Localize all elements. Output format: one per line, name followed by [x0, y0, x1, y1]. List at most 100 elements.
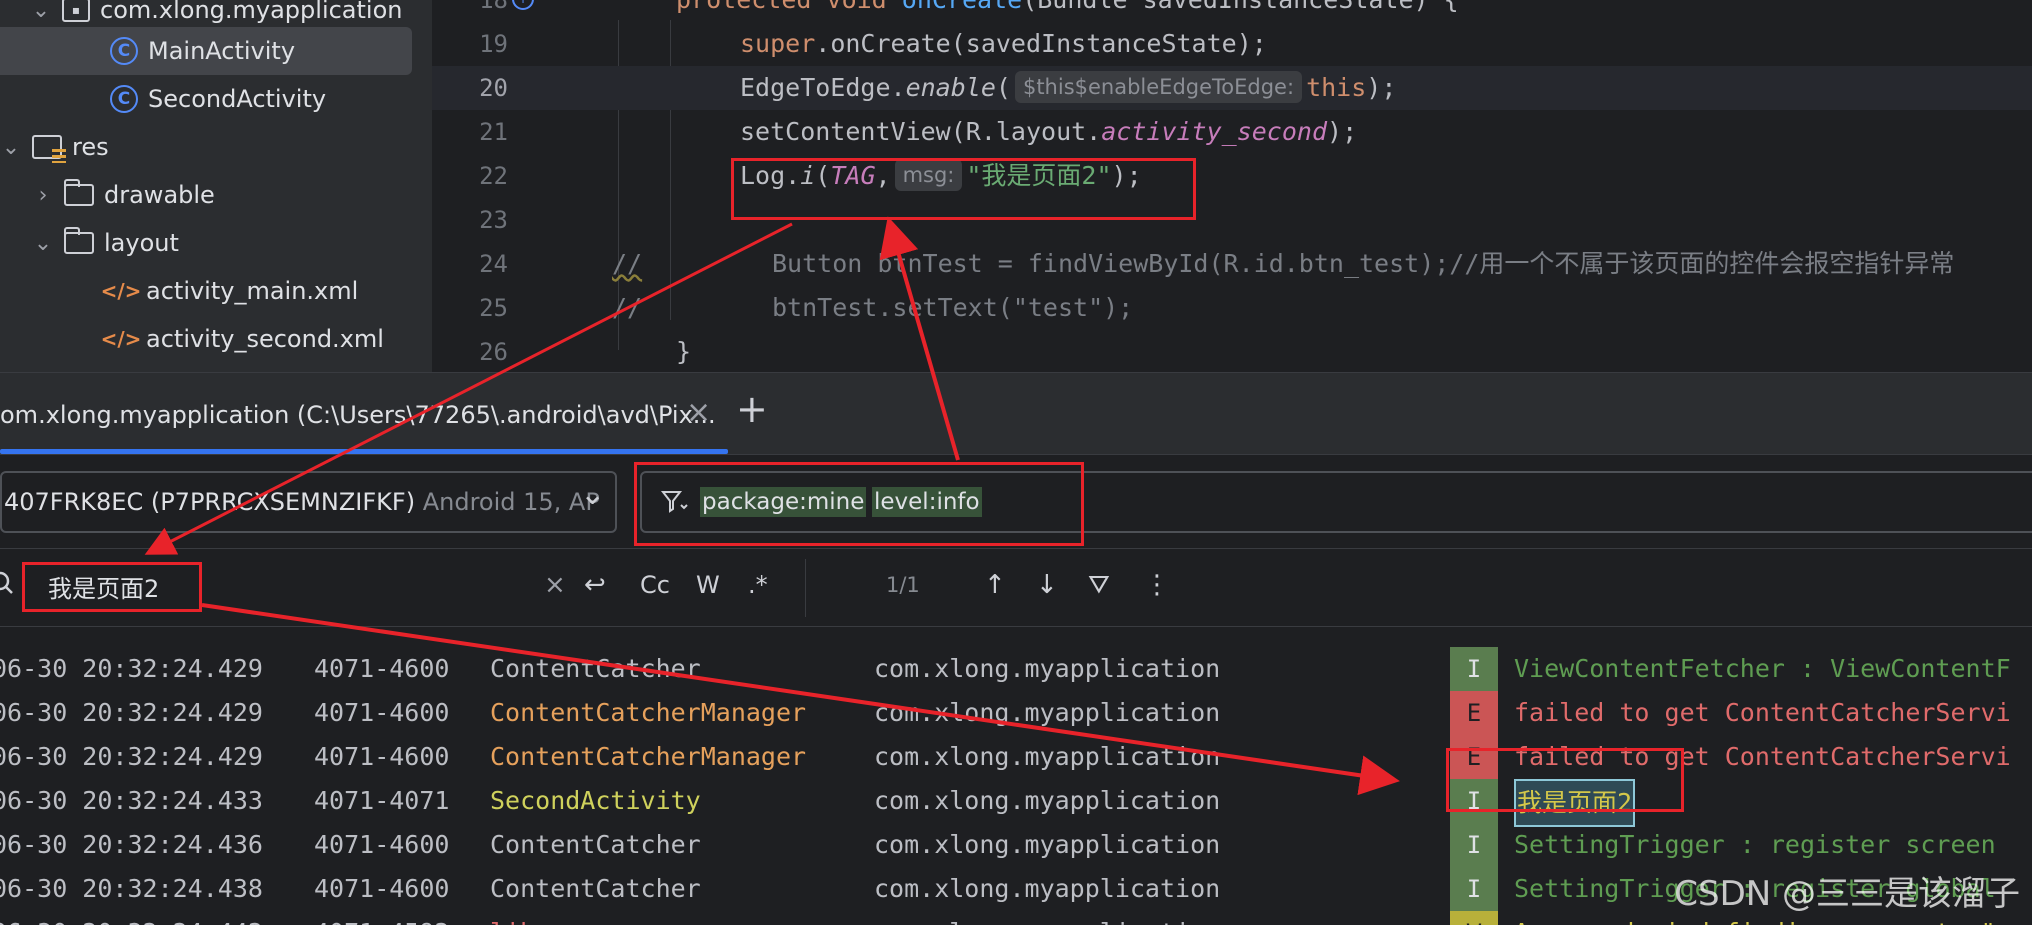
comment-slashes: // [612, 293, 643, 322]
log-package: com.xlong.myapplication [874, 786, 1221, 815]
code-line-22[interactable]: 22 Log.i(TAG, msg: "我是页面2"); [432, 154, 2032, 198]
xml-file-icon: </> [100, 279, 142, 303]
code-text: protected void onCreate(Bundle savedInst… [676, 0, 1459, 22]
line-number: 22 [479, 162, 508, 190]
toolbar-separator [805, 559, 806, 617]
add-tab-icon[interactable]: + [736, 387, 768, 431]
log-timestamp: 06-30 20:32:24.442 [0, 911, 263, 925]
parameter-hint: $this$enableEdgeToEdge: [1014, 71, 1303, 103]
tree-item-activity-main-xml[interactable]: </> activity_main.xml [0, 267, 432, 315]
regex-button[interactable]: .* [748, 565, 768, 605]
chevron-down-icon[interactable]: ⌄ [580, 477, 605, 512]
tree-item-drawable[interactable]: › drawable [0, 171, 432, 219]
code-line-18[interactable]: 18 ↑ protected void onCreate(Bundle save… [432, 0, 2032, 22]
search-icon[interactable] [0, 569, 20, 599]
log-timestamp: 06-30 20:32:24.429 [0, 742, 263, 771]
log-row[interactable]: 06-30 20:32:24.429 4071-4600 ContentCatche… [0, 735, 2032, 779]
resources-folder-icon [32, 135, 66, 163]
line-number: 23 [479, 206, 508, 234]
log-message: SettingTrigger : register screen [1514, 830, 1996, 859]
tree-item-mainactivity[interactable]: C MainActivity [0, 27, 412, 75]
code-line-23[interactable]: 23 [432, 198, 2032, 242]
log-pid: 4071-4600 [314, 830, 450, 859]
device-selector[interactable]: 407FRK8EC (P7PRRCXSEMNZIFKF) Android 15,… [0, 471, 617, 533]
line-number: 19 [479, 30, 508, 58]
log-tag: ContentCatcherManager [490, 698, 807, 727]
log-package: com.xlong.myapplication [874, 830, 1221, 859]
log-message: failed to get ContentCatcherServi [1514, 698, 2011, 727]
next-match-icon[interactable]: ↓ [1036, 565, 1058, 605]
code-line-21[interactable]: 21 setContentView(R.layout.activity_seco… [432, 110, 2032, 154]
log-pid: 4071-4600 [314, 698, 450, 727]
code-editor[interactable]: 18 ↑ protected void onCreate(Bundle save… [432, 0, 2032, 372]
log-timestamp: 06-30 20:32:24.429 [0, 698, 263, 727]
log-level-badge: I [1450, 867, 1498, 911]
log-package: com.xlong.myapplication [874, 742, 1221, 771]
line-number: 21 [479, 118, 508, 146]
class-icon: C [110, 85, 138, 113]
close-tab-icon[interactable]: × [686, 395, 711, 430]
xml-file-icon: </> [100, 327, 142, 351]
folder-icon [64, 179, 94, 206]
code-line-26[interactable]: 26 } [432, 330, 2032, 374]
filter-matches-icon[interactable]: ⛛ [1088, 565, 1110, 605]
log-pid: 4071-4600 [314, 874, 450, 903]
clear-search-icon[interactable]: × [544, 565, 566, 605]
log-timestamp: 06-30 20:32:24.438 [0, 874, 263, 903]
log-row[interactable]: 06-30 20:32:24.429 4071-4600 ContentCatche… [0, 691, 2032, 735]
annotation-box-log-result [1446, 748, 1684, 812]
project-tree-panel: ⌄ ▪ com.xlong.myapplication C MainActivi… [0, 0, 432, 372]
match-case-button[interactable]: Cc [640, 565, 670, 605]
previous-match-icon[interactable]: ↑ [984, 565, 1006, 605]
chevron-down-icon[interactable]: ⌄ [30, 0, 52, 23]
log-row[interactable]: 06-30 20:32:24.429 4071-4600 ContentCatche… [0, 647, 2032, 691]
chevron-down-icon[interactable]: ⌄ [0, 135, 22, 160]
code-text: btnTest.setText("test"); [772, 293, 1134, 322]
log-pid: 4071-4600 [314, 742, 450, 771]
log-level-badge: W [1450, 911, 1498, 925]
logcat-tab[interactable]: om.xlong.myapplication (C:\Users\77265\.… [0, 401, 716, 429]
log-level-badge: I [1450, 647, 1498, 691]
log-row[interactable]: 06-30 20:32:24.433 4071-4071 SecondActivit… [0, 779, 2032, 827]
log-timestamp: 06-30 20:32:24.429 [0, 654, 263, 683]
match-count: 1/1 [886, 573, 920, 597]
chevron-down-icon[interactable]: ⌄ [32, 231, 54, 256]
log-message: ViewContentFetcher : ViewContentF [1514, 654, 2011, 683]
folder-icon [64, 227, 94, 254]
tree-item-activity-second-xml[interactable]: </> activity_second.xml [0, 315, 432, 363]
code-line-20[interactable]: 20 EdgeToEdge.enable($this$enableEdgeToE… [432, 66, 2032, 110]
code-line-19[interactable]: 19 super.onCreate(savedInstanceState); [432, 22, 2032, 66]
logcat-search-row: 我是页面2 × ↩ Cc W .* 1/1 ↑ ↓ ⛛ ⋮ [0, 549, 2032, 627]
code-text: EdgeToEdge.enable($this$enableEdgeToEdge… [740, 71, 1397, 103]
comment-slashes: // [612, 249, 643, 278]
package-icon: ▪ [62, 0, 90, 22]
log-package: com.xlong.myapplication [874, 654, 1221, 683]
log-tag: ContentCatcherManager [490, 742, 807, 771]
log-row[interactable]: 06-30 20:32:24.436 4071-4600 ContentCatche… [0, 823, 2032, 867]
log-timestamp: 06-30 20:32:24.436 [0, 830, 263, 859]
log-pid: 4071-4071 [314, 786, 450, 815]
tree-item-layout[interactable]: ⌄ layout [0, 219, 432, 267]
log-pid: 4071-4592 [314, 911, 449, 925]
line-number: 20 [479, 74, 508, 102]
watermark: CSDN @三三是该溜子 [1674, 874, 2020, 914]
annotation-box-search [22, 562, 202, 612]
line-number: 24 [479, 250, 508, 278]
tree-item-secondactivity[interactable]: C SecondActivity [0, 75, 432, 123]
log-package: com.xlong.myapplication [874, 874, 1221, 903]
chevron-right-icon[interactable]: › [32, 183, 54, 208]
more-options-icon[interactable]: ⋮ [1144, 565, 1170, 605]
logcat-tab-bar: om.xlong.myapplication (C:\Users\77265\.… [0, 373, 2032, 455]
override-gutter-icon[interactable]: ↑ [512, 0, 534, 10]
whole-words-button[interactable]: W [696, 565, 720, 605]
logcat-panel: om.xlong.myapplication (C:\Users\77265\.… [0, 372, 2032, 925]
log-package: com.xlong.myapplication [874, 911, 1220, 925]
wrap-icon[interactable]: ↩ [584, 565, 606, 605]
log-package: com.xlong.myapplication [874, 698, 1221, 727]
log-tag: ContentCatcher [490, 654, 701, 683]
tree-item-res[interactable]: ⌄ res [0, 123, 432, 171]
log-level-badge: I [1450, 823, 1498, 867]
code-line-24[interactable]: 24 // Button btnTest = findViewById(R.id… [432, 242, 2032, 286]
code-line-25[interactable]: 25 // btnTest.setText("test"); [432, 286, 2032, 330]
log-tag: ContentCatcher [490, 830, 701, 859]
